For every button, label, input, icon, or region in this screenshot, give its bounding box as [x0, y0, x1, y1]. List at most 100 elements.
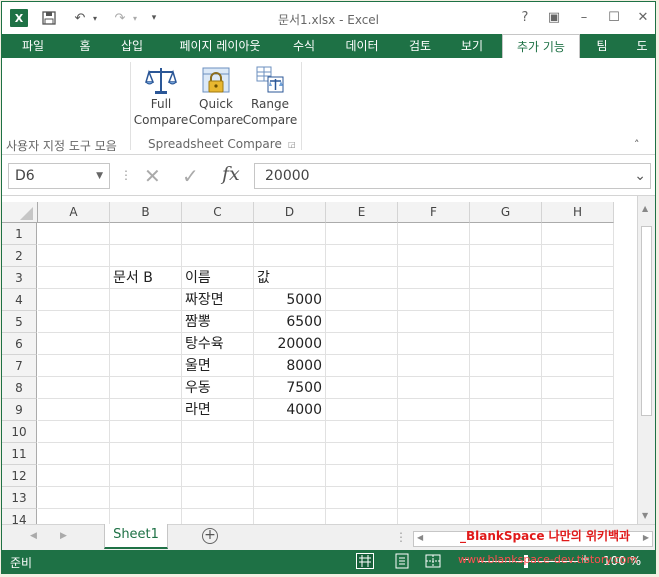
cell-d1[interactable] [254, 223, 326, 245]
tab-team[interactable]: 팀 [588, 34, 616, 58]
row-header-6[interactable]: 6 [2, 333, 37, 355]
cell-e10[interactable] [326, 421, 398, 443]
row-header-1[interactable]: 1 [2, 223, 37, 245]
cell-d12[interactable] [254, 465, 326, 487]
cell-c1[interactable] [182, 223, 254, 245]
cell-a14[interactable] [38, 509, 110, 524]
cell-h2[interactable] [542, 245, 614, 267]
cell-a2[interactable] [38, 245, 110, 267]
cell-f4[interactable] [398, 289, 470, 311]
cell-g14[interactable] [470, 509, 542, 524]
cell-f12[interactable] [398, 465, 470, 487]
cell-a8[interactable] [38, 377, 110, 399]
cell-g2[interactable] [470, 245, 542, 267]
row-header-8[interactable]: 8 [2, 377, 37, 399]
cell-a10[interactable] [38, 421, 110, 443]
cell-e6[interactable] [326, 333, 398, 355]
help-icon[interactable]: ? [514, 8, 536, 28]
cell-f13[interactable] [398, 487, 470, 509]
cell-b12[interactable] [110, 465, 182, 487]
cell-g8[interactable] [470, 377, 542, 399]
tab-home[interactable]: 홈 [68, 34, 102, 58]
range-compare-button[interactable]: Range Compare [241, 64, 299, 132]
cell-g10[interactable] [470, 421, 542, 443]
column-header-h[interactable]: H [542, 202, 614, 223]
cell-d2[interactable] [254, 245, 326, 267]
cell-f5[interactable] [398, 311, 470, 333]
cell-c10[interactable] [182, 421, 254, 443]
tab-more[interactable]: 도 [630, 34, 654, 58]
cell-e5[interactable] [326, 311, 398, 333]
cell-b10[interactable] [110, 421, 182, 443]
cell-a5[interactable] [38, 311, 110, 333]
column-header-b[interactable]: B [110, 202, 182, 223]
cell-f1[interactable] [398, 223, 470, 245]
tab-add-ins[interactable]: 추가 기능 [502, 34, 580, 59]
name-box[interactable]: D6 ▼ [8, 163, 110, 189]
cell-b4[interactable] [110, 289, 182, 311]
cell-e13[interactable] [326, 487, 398, 509]
row-header-2[interactable]: 2 [2, 245, 37, 267]
cell-h13[interactable] [542, 487, 614, 509]
cell-h9[interactable] [542, 399, 614, 421]
cell-e14[interactable] [326, 509, 398, 524]
cell-h5[interactable] [542, 311, 614, 333]
cell-b8[interactable] [110, 377, 182, 399]
column-header-e[interactable]: E [326, 202, 398, 223]
cell-b7[interactable] [110, 355, 182, 377]
vertical-scroll-thumb[interactable] [641, 226, 652, 416]
cell-b3[interactable]: 문서 B [110, 267, 182, 289]
column-header-d[interactable]: D [254, 202, 326, 223]
cell-c5[interactable]: 짬뽕 [182, 311, 254, 333]
splitter-grip-icon[interactable]: ⋮ [395, 530, 407, 544]
tab-data[interactable]: 데이터 [336, 34, 388, 58]
cell-b5[interactable] [110, 311, 182, 333]
cell-g3[interactable] [470, 267, 542, 289]
enter-icon[interactable]: ✓ [182, 164, 199, 188]
cell-f9[interactable] [398, 399, 470, 421]
select-all-corner[interactable] [2, 202, 38, 223]
tab-insert[interactable]: 삽입 [112, 34, 152, 58]
expand-formula-bar-icon[interactable]: ⌄ [634, 164, 646, 188]
cell-e12[interactable] [326, 465, 398, 487]
column-header-f[interactable]: F [398, 202, 470, 223]
cell-c11[interactable] [182, 443, 254, 465]
cell-d3[interactable]: 값 [254, 267, 326, 289]
cell-b1[interactable] [110, 223, 182, 245]
row-header-5[interactable]: 5 [2, 311, 37, 333]
normal-view-icon[interactable] [356, 553, 374, 569]
cell-a12[interactable] [38, 465, 110, 487]
cell-d9[interactable]: 4000 [254, 399, 326, 421]
cell-f10[interactable] [398, 421, 470, 443]
tab-formulas[interactable]: 수식 [284, 34, 324, 58]
cell-e11[interactable] [326, 443, 398, 465]
cell-d14[interactable] [254, 509, 326, 524]
cell-h12[interactable] [542, 465, 614, 487]
row-header-12[interactable]: 12 [2, 465, 37, 487]
tab-view[interactable]: 보기 [452, 34, 492, 58]
cell-c4[interactable]: 짜장면 [182, 289, 254, 311]
cell-a7[interactable] [38, 355, 110, 377]
cell-h11[interactable] [542, 443, 614, 465]
prev-sheet-icon[interactable]: ◀ [30, 531, 37, 541]
cell-h3[interactable] [542, 267, 614, 289]
cell-d10[interactable] [254, 421, 326, 443]
cell-g4[interactable] [470, 289, 542, 311]
scroll-left-icon[interactable]: ◀ [417, 533, 423, 542]
cell-b9[interactable] [110, 399, 182, 421]
cell-c2[interactable] [182, 245, 254, 267]
cell-d11[interactable] [254, 443, 326, 465]
cell-a13[interactable] [38, 487, 110, 509]
sheet-tab[interactable]: Sheet1 [104, 524, 168, 549]
cell-e8[interactable] [326, 377, 398, 399]
cell-f11[interactable] [398, 443, 470, 465]
row-header-10[interactable]: 10 [2, 421, 37, 443]
cell-h4[interactable] [542, 289, 614, 311]
page-layout-view-icon[interactable] [394, 553, 410, 572]
row-header-14[interactable]: 14 [2, 509, 37, 524]
cell-c13[interactable] [182, 487, 254, 509]
cell-f2[interactable] [398, 245, 470, 267]
cell-h8[interactable] [542, 377, 614, 399]
cell-f6[interactable] [398, 333, 470, 355]
cell-b13[interactable] [110, 487, 182, 509]
